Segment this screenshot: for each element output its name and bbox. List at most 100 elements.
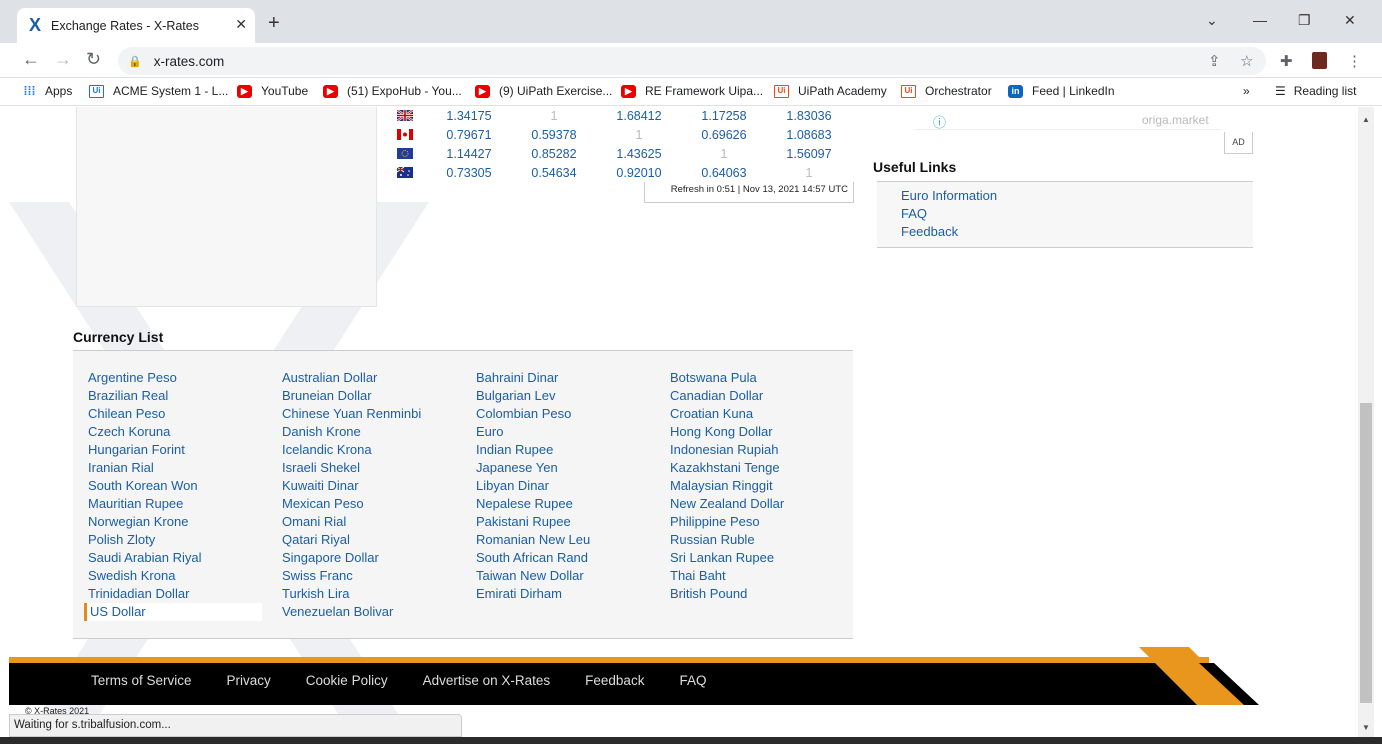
rate-cell[interactable]: 1.43625 [599, 147, 679, 161]
currency-link[interactable]: Romanian New Leu [476, 531, 656, 549]
rate-cell[interactable]: 1.56097 [769, 147, 849, 161]
currency-link[interactable]: Chinese Yuan Renminbi [282, 405, 462, 423]
reload-button[interactable]: ↻ [86, 49, 101, 70]
currency-link[interactable]: Danish Krone [282, 423, 462, 441]
currency-link[interactable]: Australian Dollar [282, 369, 462, 387]
link-euro-information[interactable]: Euro Information [901, 187, 1253, 205]
currency-link[interactable]: Emirati Dirham [476, 585, 656, 603]
currency-link[interactable]: Japanese Yen [476, 459, 656, 477]
currency-link[interactable]: South African Rand [476, 549, 656, 567]
rate-cell[interactable]: 0.59378 [514, 128, 594, 142]
currency-link[interactable]: Saudi Arabian Riyal [88, 549, 268, 567]
currency-link[interactable]: Mauritian Rupee [88, 495, 268, 513]
rate-cell[interactable]: 1.14427 [429, 147, 509, 161]
currency-link[interactable]: Swedish Krona [88, 567, 268, 585]
currency-link[interactable]: Euro [476, 423, 656, 441]
currency-link[interactable]: Taiwan New Dollar [476, 567, 656, 585]
link-feedback[interactable]: Feedback [901, 223, 1253, 241]
currency-link[interactable]: Pakistani Rupee [476, 513, 656, 531]
omnibox[interactable]: 🔒 x-rates.com [118, 47, 1266, 75]
currency-link[interactable]: Chilean Peso [88, 405, 268, 423]
rate-cell[interactable]: 0.69626 [684, 128, 764, 142]
close-tab-icon[interactable]: ✕ [235, 16, 247, 33]
currency-link[interactable]: Sri Lankan Rupee [670, 549, 850, 567]
browser-tab[interactable]: X Exchange Rates - X-Rates ✕ [17, 8, 255, 43]
currency-link[interactable]: Venezuelan Bolivar [282, 603, 462, 621]
currency-link[interactable]: Colombian Peso [476, 405, 656, 423]
forward-button[interactable]: → [54, 49, 72, 70]
bookmark-acme[interactable]: Ui ACME System 1 - L... [89, 84, 228, 98]
link-faq[interactable]: FAQ [901, 205, 1253, 223]
currency-link[interactable]: Turkish Lira [282, 585, 462, 603]
currency-link[interactable]: Argentine Peso [88, 369, 268, 387]
share-icon[interactable]: ⇪ [1208, 52, 1221, 70]
currency-link[interactable]: Bahraini Dinar [476, 369, 656, 387]
currency-link[interactable]: Brazilian Real [88, 387, 268, 405]
currency-link[interactable]: US Dollar [84, 603, 262, 621]
footer-link-faq[interactable]: FAQ [679, 673, 706, 688]
back-button[interactable]: ← [22, 49, 40, 70]
rate-cell[interactable]: 0.92010 [599, 166, 679, 180]
currency-link[interactable]: Nepalese Rupee [476, 495, 656, 513]
footer-link-privacy[interactable]: Privacy [227, 673, 271, 688]
currency-link[interactable]: Omani Rial [282, 513, 462, 531]
reading-list-button[interactable]: ☰ Reading list [1275, 84, 1356, 98]
extensions-icon[interactable]: ✚ [1280, 52, 1293, 70]
scroll-down-arrow-icon[interactable]: ▼ [1362, 723, 1370, 732]
currency-link[interactable]: Iranian Rial [88, 459, 268, 477]
new-tab-button[interactable]: + [268, 12, 280, 35]
footer-link-feedback[interactable]: Feedback [585, 673, 644, 688]
rate-cell[interactable]: 1.08683 [769, 128, 849, 142]
currency-link[interactable]: Mexican Peso [282, 495, 462, 513]
currency-link[interactable]: Botswana Pula [670, 369, 850, 387]
bookmark-orchestrator[interactable]: Ui Orchestrator [901, 84, 992, 98]
currency-link[interactable]: Israeli Shekel [282, 459, 462, 477]
currency-link[interactable]: Russian Ruble [670, 531, 850, 549]
currency-link[interactable]: Indonesian Rupiah [670, 441, 850, 459]
scroll-up-arrow-icon[interactable]: ▲ [1362, 115, 1370, 124]
advertisement[interactable]: ⓘ origa.market AD [877, 107, 1253, 155]
currency-link[interactable]: Hungarian Forint [88, 441, 268, 459]
currency-link[interactable]: Icelandic Krona [282, 441, 462, 459]
bookmark-linkedin[interactable]: in Feed | LinkedIn [1008, 84, 1115, 98]
currency-link[interactable]: Kuwaiti Dinar [282, 477, 462, 495]
restore-button[interactable]: ❐ [1298, 12, 1311, 29]
currency-link[interactable]: Kazakhstani Tenge [670, 459, 850, 477]
bookmark-star-icon[interactable]: ☆ [1240, 52, 1253, 70]
page-scrollbar[interactable]: ▲ ▼ [1358, 107, 1374, 737]
footer-link-cookie-policy[interactable]: Cookie Policy [306, 673, 388, 688]
rate-cell[interactable]: 0.64063 [684, 166, 764, 180]
bookmark-expohub[interactable]: ▶ (51) ExpoHub - You... [323, 84, 462, 98]
bookmarks-overflow-button[interactable]: » [1243, 84, 1250, 98]
menu-kebab-icon[interactable]: ⋮ [1347, 52, 1362, 70]
footer-link-terms[interactable]: Terms of Service [91, 673, 192, 688]
currency-link[interactable]: Canadian Dollar [670, 387, 850, 405]
footer-link-advertise[interactable]: Advertise on X-Rates [423, 673, 551, 688]
rate-cell[interactable]: 1.34175 [429, 109, 509, 123]
currency-link[interactable]: Malaysian Ringgit [670, 477, 850, 495]
rate-cell[interactable]: 1.68412 [599, 109, 679, 123]
close-window-button[interactable]: ✕ [1344, 12, 1356, 29]
scrollbar-thumb[interactable] [1360, 403, 1372, 703]
currency-link[interactable]: Swiss Franc [282, 567, 462, 585]
currency-link[interactable]: Philippine Peso [670, 513, 850, 531]
currency-link[interactable]: Hong Kong Dollar [670, 423, 850, 441]
rate-cell[interactable]: 0.79671 [429, 128, 509, 142]
tab-search-chevron-icon[interactable]: ⌄ [1206, 12, 1218, 29]
currency-link[interactable]: Libyan Dinar [476, 477, 656, 495]
bookmark-youtube[interactable]: ▶ YouTube [237, 84, 308, 98]
currency-link[interactable]: Bulgarian Lev [476, 387, 656, 405]
rate-cell[interactable]: 1.83036 [769, 109, 849, 123]
bookmark-uipath-exercise[interactable]: ▶ (9) UiPath Exercise... [475, 84, 612, 98]
currency-link[interactable]: Trinidadian Dollar [88, 585, 268, 603]
currency-link[interactable]: Croatian Kuna [670, 405, 850, 423]
currency-link[interactable]: Polish Zloty [88, 531, 268, 549]
currency-link[interactable]: British Pound [670, 585, 850, 603]
currency-link[interactable]: South Korean Won [88, 477, 268, 495]
currency-link[interactable]: Indian Rupee [476, 441, 656, 459]
currency-link[interactable]: Czech Koruna [88, 423, 268, 441]
rate-cell[interactable]: 0.73305 [429, 166, 509, 180]
currency-link[interactable]: Thai Baht [670, 567, 850, 585]
profile-avatar[interactable] [1312, 52, 1327, 69]
currency-link[interactable]: Qatari Riyal [282, 531, 462, 549]
